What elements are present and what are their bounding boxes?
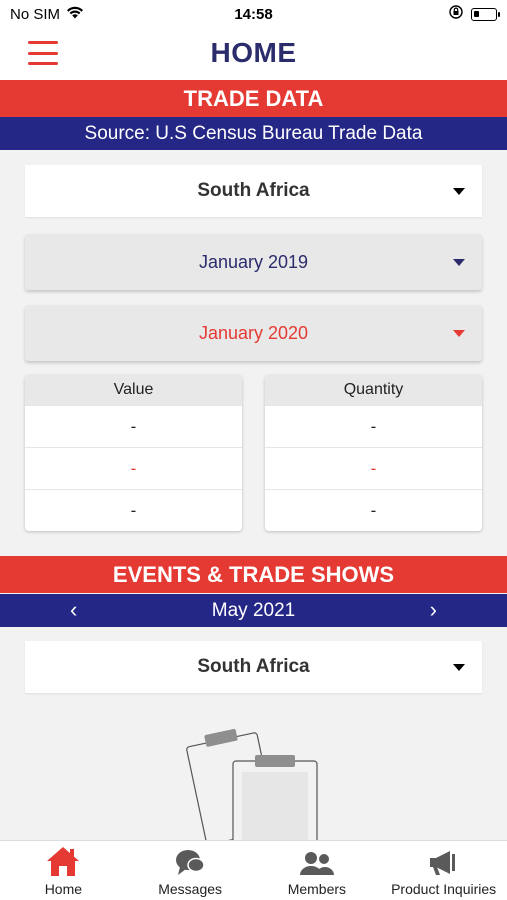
value-cell: - bbox=[25, 489, 242, 531]
value-cell: - bbox=[25, 447, 242, 489]
nav-bar: HOME bbox=[0, 28, 507, 80]
trade-country-select[interactable]: South Africa bbox=[25, 165, 482, 217]
end-date-select[interactable]: January 2020 bbox=[25, 305, 482, 361]
page-title: HOME bbox=[210, 37, 297, 68]
value-card: Value - - - bbox=[25, 375, 242, 531]
battery-icon bbox=[471, 7, 500, 21]
trade-country-label: South Africa bbox=[197, 180, 310, 201]
end-date-label: January 2020 bbox=[198, 323, 309, 343]
orientation-lock-icon bbox=[449, 5, 463, 23]
battery-level-fill bbox=[474, 10, 479, 17]
chevron-down-icon bbox=[453, 188, 465, 195]
tab-members[interactable]: Members bbox=[254, 841, 381, 900]
trade-source-text: Source: U.S Census Bureau Trade Data bbox=[0, 117, 507, 150]
quantity-cell: - bbox=[265, 489, 482, 531]
chevron-down-icon bbox=[453, 664, 465, 671]
tab-home-label: Home bbox=[44, 881, 83, 897]
events-country-select[interactable]: South Africa bbox=[25, 641, 482, 693]
status-time: 14:58 bbox=[234, 6, 273, 23]
home-icon bbox=[0, 841, 127, 877]
tab-bar: Home Messages Members Product Inquiries bbox=[0, 840, 507, 900]
chat-icon bbox=[127, 841, 254, 877]
quantity-cell: - bbox=[265, 447, 482, 489]
users-icon bbox=[254, 841, 381, 877]
tab-members-label: Members bbox=[287, 881, 347, 897]
quantity-cell: - bbox=[265, 405, 482, 447]
quantity-card: Quantity - - - bbox=[265, 375, 482, 531]
events-country-label: South Africa bbox=[197, 656, 310, 677]
tab-messages[interactable]: Messages bbox=[127, 841, 254, 900]
chevron-down-icon bbox=[453, 259, 465, 266]
chevron-right-icon[interactable]: › bbox=[430, 597, 437, 623]
value-header: Value bbox=[25, 375, 242, 405]
events-header: EVENTS & TRADE SHOWS bbox=[0, 556, 507, 593]
start-date-label: January 2019 bbox=[198, 252, 309, 272]
tab-messages-label: Messages bbox=[158, 881, 223, 897]
status-right bbox=[449, 5, 500, 23]
value-cell: - bbox=[25, 405, 242, 447]
month-navigator: ‹ May 2021 › bbox=[0, 594, 507, 627]
start-date-select[interactable]: January 2019 bbox=[25, 234, 482, 290]
tab-home[interactable]: Home bbox=[0, 841, 127, 900]
quantity-header: Quantity bbox=[265, 375, 482, 405]
megaphone-icon bbox=[380, 841, 507, 877]
chevron-down-icon bbox=[453, 330, 465, 337]
tab-product-inquiries[interactable]: Product Inquiries bbox=[380, 841, 507, 900]
clipboard-illustration-icon bbox=[185, 725, 325, 852]
trade-data-header: TRADE DATA bbox=[0, 80, 507, 117]
tab-product-inquiries-label: Product Inquiries bbox=[391, 881, 497, 897]
status-bar: No SIM 14:58 bbox=[0, 0, 507, 28]
